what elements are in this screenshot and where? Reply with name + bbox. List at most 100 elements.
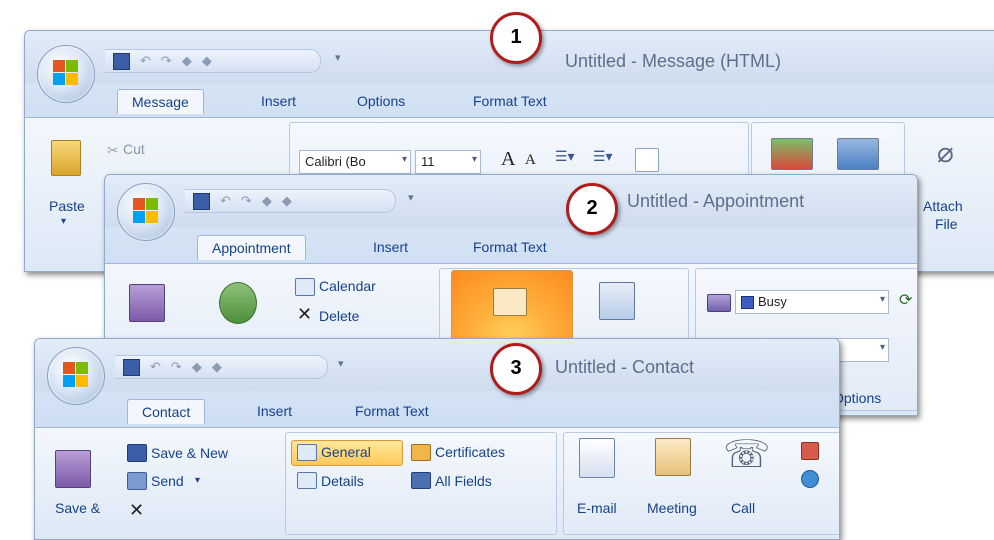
tab-format-text[interactable]: Format Text	[473, 93, 547, 109]
call-label[interactable]: Call	[731, 500, 755, 516]
paste-icon[interactable]	[51, 140, 81, 176]
customize-qat-icon[interactable]: ▾	[335, 51, 341, 64]
general-label[interactable]: General	[321, 444, 371, 460]
redo-icon[interactable]: ↷	[161, 53, 172, 69]
grow-font-icon[interactable]: A	[501, 148, 515, 171]
redo-icon[interactable]: ↷	[241, 193, 252, 209]
paperclip-icon[interactable]: ⌀	[937, 136, 954, 169]
callout-marker-2: 2	[566, 183, 618, 235]
callout-number: 1	[510, 26, 522, 48]
chevron-down-icon: ▾	[471, 154, 477, 165]
office-button[interactable]	[47, 347, 105, 405]
tab-options[interactable]: Options	[357, 93, 405, 109]
previous-item-icon[interactable]: ◆	[182, 53, 192, 69]
save-icon[interactable]	[113, 53, 130, 70]
invite-attendees-icon[interactable]	[219, 282, 257, 324]
certificates-label[interactable]: Certificates	[435, 444, 505, 460]
email-label[interactable]: E-mail	[577, 500, 617, 516]
send-icon[interactable]	[127, 472, 147, 490]
general-icon	[297, 444, 317, 461]
meeting-icon[interactable]	[655, 438, 691, 476]
all-fields-icon[interactable]	[411, 472, 431, 489]
next-item-icon[interactable]: ◆	[212, 359, 222, 375]
tab-message[interactable]: Message	[117, 89, 204, 114]
phone-icon[interactable]: ☏	[723, 432, 771, 477]
save-and-new-icon[interactable]	[127, 444, 147, 462]
assign-task-icon[interactable]	[801, 442, 819, 460]
message-window-title: Untitled - Message (HTML)	[565, 51, 782, 71]
undo-icon[interactable]: ↶	[150, 359, 161, 375]
office-logo-icon	[133, 198, 159, 224]
calendar-view-icon	[493, 288, 527, 316]
cut-label[interactable]: Cut	[123, 141, 145, 157]
tab-format-text[interactable]: Format Text	[473, 239, 547, 255]
contact-window: ↶ ↷ ◆ ◆ ▾ Untitled - Contact Contact Insert…	[34, 338, 840, 540]
meeting-label[interactable]: Meeting	[647, 500, 697, 516]
tab-contact[interactable]: Contact	[127, 399, 206, 424]
all-fields-label[interactable]: All Fields	[435, 473, 492, 489]
save-and-new-label[interactable]: Save & New	[151, 445, 228, 461]
show-as-select[interactable]: Busy ▾	[735, 290, 889, 314]
previous-item-icon[interactable]: ◆	[262, 193, 272, 209]
delete-icon[interactable]: ✕	[129, 500, 144, 521]
customize-qat-icon[interactable]: ▾	[338, 357, 344, 370]
options-group-label: Options	[833, 390, 882, 406]
office-button[interactable]	[117, 183, 175, 241]
address-book-icon[interactable]	[771, 138, 813, 170]
web-page-icon[interactable]	[801, 470, 819, 488]
tab-insert[interactable]: Insert	[257, 403, 292, 419]
show-as-value: Busy	[758, 294, 787, 309]
paste-dropdown-icon[interactable]: ▾	[61, 216, 66, 227]
redo-icon[interactable]: ↷	[171, 359, 182, 375]
font-name-select[interactable]: Calibri (Bo ▾	[299, 150, 411, 174]
save-icon[interactable]	[123, 359, 140, 376]
recurrence-icon[interactable]: ⟳	[899, 290, 912, 310]
styles-icon[interactable]	[635, 148, 659, 172]
details-icon[interactable]	[297, 472, 317, 489]
undo-icon[interactable]: ↶	[220, 193, 231, 209]
message-tab-strip: Message Insert Options Format Text	[25, 89, 994, 117]
shrink-font-icon[interactable]: A	[525, 152, 536, 169]
save-and-close-label[interactable]: Save &	[55, 500, 100, 516]
office-logo-icon	[63, 362, 89, 388]
check-names-icon[interactable]	[837, 138, 879, 170]
tab-appointment[interactable]: Appointment	[197, 235, 306, 260]
send-label[interactable]: Send	[151, 473, 184, 489]
save-and-close-icon[interactable]	[55, 450, 91, 488]
undo-icon[interactable]: ↶	[140, 53, 151, 69]
next-item-icon[interactable]: ◆	[202, 53, 212, 69]
scheduling-icon[interactable]	[599, 282, 635, 320]
next-item-icon[interactable]: ◆	[282, 193, 292, 209]
quick-access-toolbar: ↶ ↷ ◆ ◆	[185, 189, 396, 213]
numbering-icon[interactable]: ☰▾	[593, 148, 613, 165]
bullets-icon[interactable]: ☰▾	[555, 148, 575, 165]
font-size-select[interactable]: 11 ▾	[415, 150, 481, 174]
paste-label[interactable]: Paste	[49, 198, 85, 214]
attach-file-label-2[interactable]: File	[935, 216, 958, 232]
quick-access-toolbar: ↶ ↷ ◆ ◆	[115, 355, 328, 379]
details-label[interactable]: Details	[321, 473, 364, 489]
quick-access-toolbar: ↶ ↷ ◆ ◆	[105, 49, 321, 73]
previous-item-icon[interactable]: ◆	[192, 359, 202, 375]
certificates-icon[interactable]	[411, 444, 431, 461]
calendar-label[interactable]: Calendar	[319, 278, 376, 294]
appointment-window-title: Untitled - Appointment	[627, 191, 805, 211]
callout-marker-3: 3	[490, 343, 542, 395]
tab-insert[interactable]: Insert	[261, 93, 296, 109]
busy-swatch-icon	[741, 296, 754, 309]
cut-icon[interactable]: ✂	[107, 142, 119, 159]
save-and-close-icon[interactable]	[129, 284, 165, 322]
attach-file-label-1[interactable]: Attach	[923, 198, 963, 214]
save-icon[interactable]	[193, 193, 210, 210]
tab-insert[interactable]: Insert	[373, 239, 408, 255]
chevron-down-icon: ▾	[879, 294, 885, 305]
send-dropdown-icon[interactable]: ▾	[195, 475, 200, 486]
delete-icon[interactable]: ✕	[297, 304, 312, 325]
callout-number: 3	[510, 357, 522, 379]
email-icon[interactable]	[579, 438, 615, 478]
tab-format-text[interactable]: Format Text	[355, 403, 429, 419]
customize-qat-icon[interactable]: ▾	[408, 191, 414, 204]
appointment-tab-strip: Appointment Insert Format Text	[105, 235, 917, 263]
delete-label[interactable]: Delete	[319, 308, 359, 324]
calendar-icon[interactable]	[295, 278, 315, 296]
